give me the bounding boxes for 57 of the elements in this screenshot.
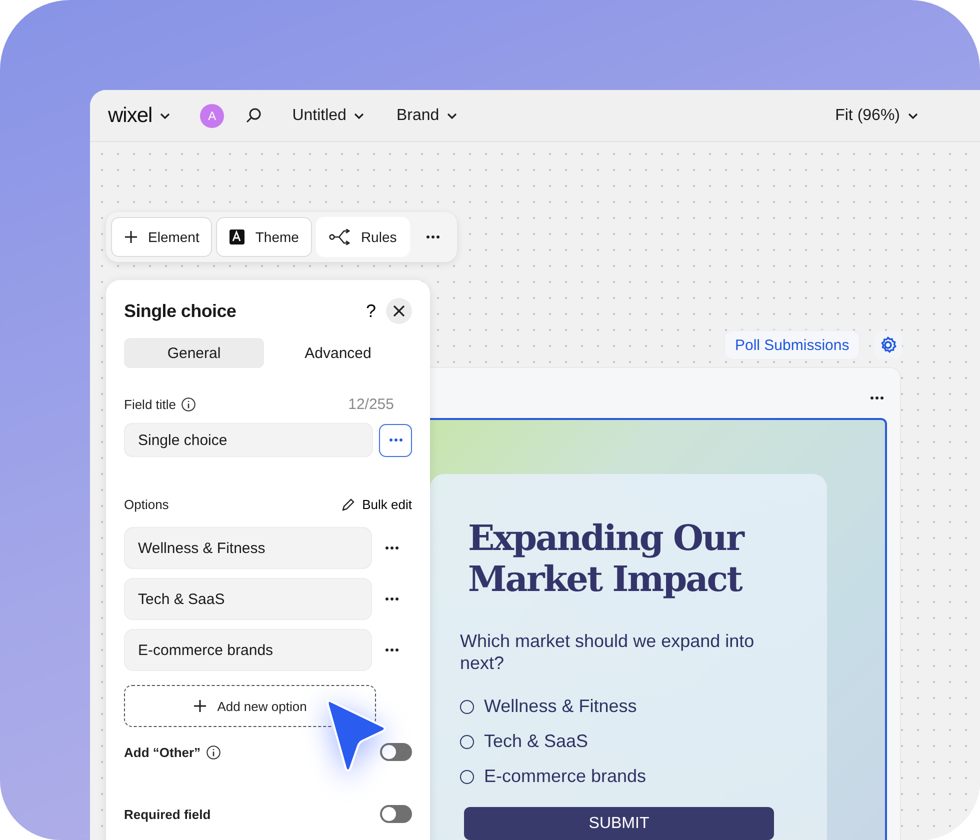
toolbar-button[interactable]: Element xyxy=(111,217,212,257)
question-text: Which market should we expand into next? xyxy=(460,630,756,674)
form-title: Expanding Our Market Impact xyxy=(468,518,746,600)
toggle-label: Required field xyxy=(124,806,211,822)
toggle-label: Add “Other” xyxy=(124,744,201,760)
more-icon xyxy=(388,438,402,442)
more-icon xyxy=(385,648,399,652)
option-input[interactable]: E-commerce brands xyxy=(124,629,372,671)
character-counter: 12/255 xyxy=(348,396,394,413)
info-icon xyxy=(206,744,221,760)
toolbar-button[interactable]: Rules xyxy=(316,217,410,257)
more-icon xyxy=(385,546,399,550)
flow-icon xyxy=(328,229,351,245)
top-menu[interactable]: Brand xyxy=(390,102,464,128)
toggle-switch[interactable] xyxy=(380,805,412,823)
radio-button[interactable] xyxy=(460,700,474,714)
choice-label: Tech & SaaS xyxy=(484,731,588,752)
choice-label: E-commerce brands xyxy=(484,766,646,787)
more-icon xyxy=(426,235,440,239)
search-icon[interactable] xyxy=(244,106,262,124)
toolbar-button[interactable]: Theme xyxy=(216,217,312,257)
poll-submissions-button[interactable]: Poll Submissions xyxy=(725,331,860,359)
more-button[interactable] xyxy=(379,424,412,456)
choice-label: Wellness & Fitness xyxy=(484,696,637,717)
section-label: Options xyxy=(124,497,169,512)
chevron-down-icon xyxy=(908,112,918,118)
close-button[interactable] xyxy=(386,298,412,324)
toggle-switch[interactable] xyxy=(380,743,412,761)
option-input[interactable]: Tech & SaaS xyxy=(124,578,372,620)
radio-button[interactable] xyxy=(460,734,474,748)
help-button[interactable]: ? xyxy=(366,300,376,322)
pencil-icon xyxy=(341,498,356,512)
option-input[interactable]: Wellness & Fitness xyxy=(124,527,372,569)
logo-menu[interactable]: wixel xyxy=(102,100,176,132)
panel-title: Single choice xyxy=(124,300,236,322)
info-icon xyxy=(181,397,196,412)
close-icon xyxy=(393,305,405,317)
plus-icon xyxy=(124,230,138,244)
title-input[interactable]: Single choice xyxy=(124,423,373,457)
bulk-edit-button[interactable]: Bulk edit xyxy=(341,497,412,512)
zoom-menu[interactable]: Fit (96%) xyxy=(829,102,924,128)
chevron-down-icon xyxy=(354,112,364,118)
field-label: Field title xyxy=(124,397,176,412)
top-menu[interactable]: Untitled xyxy=(286,102,370,128)
radio-button[interactable] xyxy=(460,770,474,784)
logo: wixel xyxy=(108,104,152,128)
add-option-button[interactable]: Add new option xyxy=(124,685,376,727)
more-icon xyxy=(870,396,884,400)
submit-button[interactable]: SUBMIT xyxy=(464,807,774,840)
tab[interactable]: General xyxy=(124,338,264,368)
tab[interactable]: Advanced xyxy=(268,338,408,368)
chevron-down-icon xyxy=(160,112,170,118)
chevron-down-icon xyxy=(447,112,458,118)
plus-icon xyxy=(193,699,208,713)
more-icon xyxy=(385,597,399,601)
settings-button[interactable] xyxy=(874,331,902,359)
theme-icon xyxy=(229,229,246,245)
